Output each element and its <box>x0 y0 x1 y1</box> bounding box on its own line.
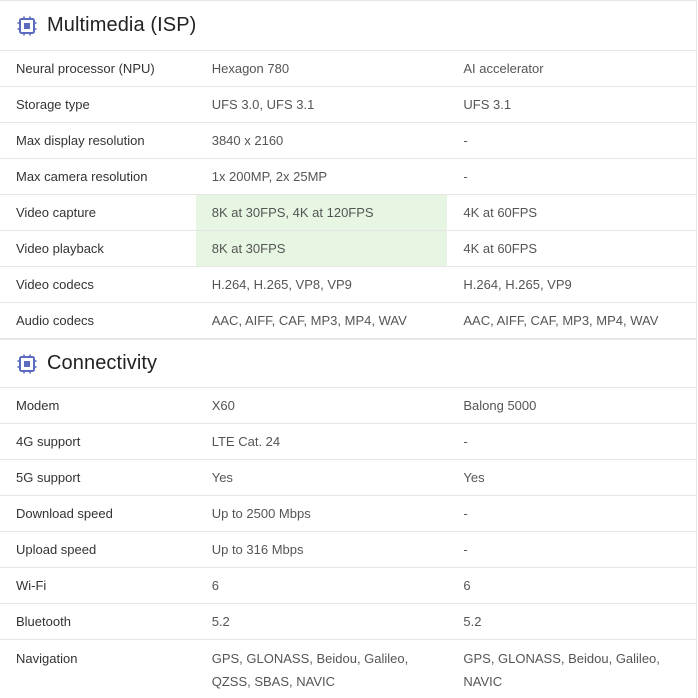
section-title: Connectivity <box>47 352 158 374</box>
value-cell-1: 5.2 <box>211 614 230 629</box>
row-label: Wi-Fi <box>16 578 47 593</box>
table-row: Navigation GPS, GLONASS, Beidou, Galileo… <box>0 640 696 698</box>
row-label: Bluetooth <box>16 614 71 629</box>
value-cell-2: Yes <box>463 470 485 485</box>
table-row: 5G support Yes Yes <box>0 460 696 496</box>
value-cell-2: AAC, AIFF, CAF, MP3, MP4, WAV <box>463 313 659 328</box>
row-label: Download speed <box>16 506 113 521</box>
table-row: Upload speed Up to 316 Mbps - <box>0 532 696 568</box>
value-cell-1-highlighted: 8K at 30FPS <box>195 231 448 266</box>
value-cell-1: LTE Cat. 24 <box>211 434 281 449</box>
value-cell-2: UFS 3.1 <box>463 97 512 112</box>
table-row: Neural processor (NPU) Hexagon 780 AI ac… <box>0 51 696 87</box>
value-cell-1: Hexagon 780 <box>211 61 290 76</box>
value-cell-2: 6 <box>463 578 471 593</box>
row-label: 5G support <box>16 470 81 485</box>
table-row: Video codecs H.264, H.265, VP8, VP9 H.26… <box>0 267 696 303</box>
table-row: Wi-Fi 6 6 <box>0 568 696 604</box>
value-cell-2: - <box>463 434 468 449</box>
table-row: Max display resolution 3840 x 2160 - <box>0 123 696 159</box>
row-label: Max camera resolution <box>16 169 148 184</box>
table-row: Download speed Up to 2500 Mbps - <box>0 496 696 532</box>
table-row: Video playback 8K at 30FPS 4K at 60FPS <box>0 231 696 267</box>
row-label: Audio codecs <box>16 313 95 328</box>
spec-comparison-table: Multimedia (ISP) Neural processor (NPU) … <box>0 0 697 698</box>
row-label: Video codecs <box>16 277 94 292</box>
section-header-multimedia: Multimedia (ISP) <box>0 0 696 51</box>
value-cell-1: AAC, AIFF, CAF, MP3, MP4, WAV <box>211 313 407 328</box>
value-cell-2: 4K at 60FPS <box>463 241 538 256</box>
value-cell-1: X60 <box>211 398 235 413</box>
value-cell-2: - <box>463 169 468 184</box>
value-cell-2: AI accelerator <box>463 61 544 76</box>
table-row: Storage type UFS 3.0, UFS 3.1 UFS 3.1 <box>0 87 696 123</box>
chip-icon <box>17 354 37 373</box>
row-label: Video playback <box>16 241 104 256</box>
value-cell-1: 1x 200MP, 2x 25MP <box>211 169 328 184</box>
row-label: Neural processor (NPU) <box>16 61 155 76</box>
table-row: Video capture 8K at 30FPS, 4K at 120FPS … <box>0 195 696 231</box>
row-label: Modem <box>16 398 60 413</box>
row-label: Upload speed <box>16 542 97 557</box>
row-label: Navigation <box>16 651 78 666</box>
value-cell-1: Yes <box>211 470 233 485</box>
table-row: Audio codecs AAC, AIFF, CAF, MP3, MP4, W… <box>0 303 696 339</box>
value-cell-1: Up to 316 Mbps <box>211 542 304 557</box>
value-cell-1: 3840 x 2160 <box>211 133 284 148</box>
row-label: Video capture <box>16 205 96 220</box>
value-cell-1: 6 <box>211 578 219 593</box>
value-cell-2: Balong 5000 <box>463 398 537 413</box>
value-cell-2: - <box>463 506 468 521</box>
value-cell-1: Up to 2500 Mbps <box>211 506 311 521</box>
value-cell-2: GPS, GLONASS, Beidou, Galileo, NAVIC <box>463 651 660 689</box>
value-cell-1-highlighted: 8K at 30FPS, 4K at 120FPS <box>195 195 448 230</box>
section-title: Multimedia (ISP) <box>47 14 197 36</box>
chip-icon <box>17 16 37 35</box>
value-cell-1: UFS 3.0, UFS 3.1 <box>211 97 315 112</box>
value-cell-2: 5.2 <box>463 614 482 629</box>
value-cell-2: - <box>463 133 468 148</box>
value-cell-2: 4K at 60FPS <box>463 205 538 220</box>
value-cell-2: - <box>463 542 468 557</box>
section-header-connectivity: Connectivity <box>0 339 696 388</box>
value-cell-1: H.264, H.265, VP8, VP9 <box>211 277 352 292</box>
row-label: Max display resolution <box>16 133 145 148</box>
value-cell-1: GPS, GLONASS, Beidou, Galileo, QZSS, SBA… <box>211 651 409 689</box>
row-label: 4G support <box>16 434 81 449</box>
row-label: Storage type <box>16 97 90 112</box>
table-row: Bluetooth 5.2 5.2 <box>0 604 696 640</box>
value-cell-2: H.264, H.265, VP9 <box>463 277 572 292</box>
table-row: Modem X60 Balong 5000 <box>0 388 696 424</box>
table-row: Max camera resolution 1x 200MP, 2x 25MP … <box>0 159 696 195</box>
table-row: 4G support LTE Cat. 24 - <box>0 424 696 460</box>
